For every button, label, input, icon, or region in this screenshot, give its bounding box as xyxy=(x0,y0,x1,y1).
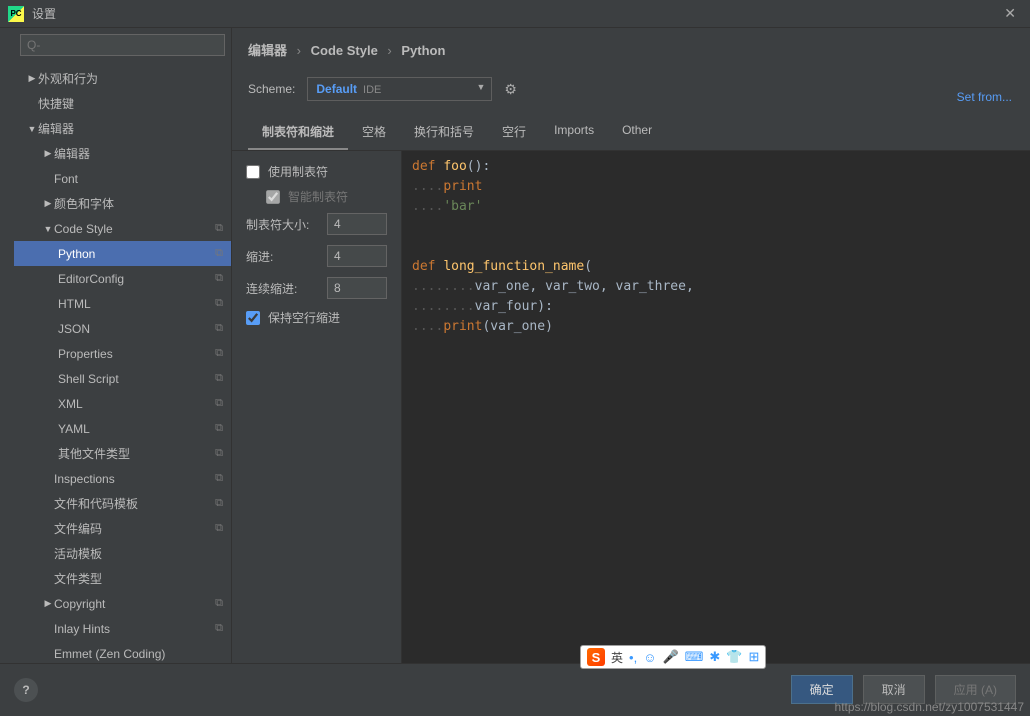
use-tab-checkbox[interactable] xyxy=(246,165,260,179)
tree-templates[interactable]: 文件和代码模板⧉ xyxy=(14,491,231,516)
ime-lang[interactable]: 英 xyxy=(611,649,623,666)
scheme-label: Scheme: xyxy=(248,82,295,96)
scope-icon: ⧉ xyxy=(215,597,223,610)
chevron-down-icon: ▼ xyxy=(26,124,38,134)
keepblank-label: 保持空行缩进 xyxy=(268,309,340,326)
tree-otherft[interactable]: 其他文件类型⧉ xyxy=(14,441,231,466)
tab-other[interactable]: Other xyxy=(608,115,666,150)
tree-copyright[interactable]: ▶Copyright⧉ xyxy=(14,591,231,616)
ime-emoji-icon[interactable]: ☺ xyxy=(643,650,656,665)
pycharm-logo-icon: PC xyxy=(8,6,24,22)
tree-filetypes[interactable]: 文件类型 xyxy=(14,566,231,591)
chevron-right-icon: ▶ xyxy=(26,73,38,84)
scope-icon: ⧉ xyxy=(215,472,223,485)
content-panel: 编辑器 › Code Style › Python Scheme: Defaul… xyxy=(232,28,1030,663)
set-from-link[interactable]: Set from... xyxy=(957,90,1012,104)
crumb-editor[interactable]: 编辑器 xyxy=(248,43,287,58)
use-tab-label: 使用制表符 xyxy=(268,163,328,180)
chevron-down-icon: ▼ xyxy=(42,224,54,234)
tree-json[interactable]: JSON⧉ xyxy=(14,316,231,341)
ime-toolbox-icon[interactable]: ⊞ xyxy=(749,649,760,665)
tree-editor[interactable]: ▼编辑器 xyxy=(14,116,231,141)
titlebar: PC 设置 ✕ xyxy=(0,0,1030,28)
options-panel: 使用制表符 智能制表符 制表符大小: 缩进: 连续缩进: xyxy=(232,151,402,663)
tree-colors[interactable]: ▶颜色和字体 xyxy=(14,191,231,216)
ime-keyboard-icon[interactable]: ⌨ xyxy=(685,649,704,665)
gear-icon[interactable]: ⚙ xyxy=(504,81,517,98)
tabs: 制表符和缩进 空格 换行和括号 空行 Imports Other xyxy=(232,115,1030,151)
tree-encoding[interactable]: 文件编码⧉ xyxy=(14,516,231,541)
tree-properties[interactable]: Properties⧉ xyxy=(14,341,231,366)
scope-icon: ⧉ xyxy=(215,347,223,360)
chevron-right-icon: ▶ xyxy=(42,148,54,159)
watermark: https://blog.csdn.net/zy1007531447 xyxy=(835,700,1024,714)
tree-keymap[interactable]: 快捷键 xyxy=(14,91,231,116)
scope-icon: ⧉ xyxy=(215,497,223,510)
scheme-select[interactable]: Default IDE ▼ xyxy=(307,77,492,101)
scope-icon: ⧉ xyxy=(215,247,223,260)
tabsize-input[interactable] xyxy=(327,213,387,235)
ime-punct-icon[interactable]: •, xyxy=(629,650,637,665)
tab-imports[interactable]: Imports xyxy=(540,115,608,150)
scope-icon: ⧉ xyxy=(215,397,223,410)
tab-wrapping[interactable]: 换行和括号 xyxy=(400,115,488,150)
tree-yaml[interactable]: YAML⧉ xyxy=(14,416,231,441)
settings-sidebar: ▶外观和行为 快捷键 ▼编辑器 ▶编辑器 Font ▶颜色和字体 ▼Code S… xyxy=(14,28,232,663)
tree-font[interactable]: Font xyxy=(14,166,231,191)
tree-editorconfig[interactable]: EditorConfig⧉ xyxy=(14,266,231,291)
scope-icon: ⧉ xyxy=(215,522,223,535)
ime-phrase-icon[interactable]: ✱ xyxy=(709,649,720,665)
scope-icon: ⧉ xyxy=(215,272,223,285)
scope-icon: ⧉ xyxy=(215,447,223,460)
tree-appearance[interactable]: ▶外观和行为 xyxy=(14,66,231,91)
search-input[interactable] xyxy=(20,34,225,56)
settings-tree: ▶外观和行为 快捷键 ▼编辑器 ▶编辑器 Font ▶颜色和字体 ▼Code S… xyxy=(14,62,231,663)
tabsize-label: 制表符大小: xyxy=(246,216,327,233)
cont-label: 连续缩进: xyxy=(246,280,327,297)
keepblank-checkbox[interactable] xyxy=(246,311,260,325)
smart-tab-checkbox xyxy=(266,190,280,204)
indent-label: 缩进: xyxy=(246,248,327,265)
scope-icon: ⧉ xyxy=(215,297,223,310)
ime-bar[interactable]: S 英 •, ☺ 🎤 ⌨ ✱ 👕 ⊞ xyxy=(580,645,766,669)
tab-spaces[interactable]: 空格 xyxy=(348,115,400,150)
scope-icon: ⧉ xyxy=(215,222,223,235)
tree-xml[interactable]: XML⧉ xyxy=(14,391,231,416)
window-title: 设置 xyxy=(32,5,56,22)
sogou-logo-icon: S xyxy=(587,648,605,666)
tree-python[interactable]: Python⧉ xyxy=(14,241,231,266)
tree-inspections[interactable]: Inspections⧉ xyxy=(14,466,231,491)
scope-icon: ⧉ xyxy=(215,622,223,635)
ime-skin-icon[interactable]: 👕 xyxy=(726,649,742,665)
crumb-codestyle[interactable]: Code Style xyxy=(311,43,378,58)
scope-icon: ⧉ xyxy=(215,422,223,435)
help-button[interactable]: ? xyxy=(14,678,38,702)
chevron-right-icon: ▶ xyxy=(42,198,54,209)
tree-livetemplates[interactable]: 活动模板 xyxy=(14,541,231,566)
tab-blanklines[interactable]: 空行 xyxy=(488,115,540,150)
tree-inlay[interactable]: Inlay Hints⧉ xyxy=(14,616,231,641)
crumb-python: Python xyxy=(401,43,445,58)
cont-input[interactable] xyxy=(327,277,387,299)
tree-codestyle[interactable]: ▼Code Style⧉ xyxy=(14,216,231,241)
chevron-down-icon: ▼ xyxy=(476,82,485,92)
code-preview: def foo(): ....print ....'bar' def long_… xyxy=(402,151,1030,663)
scope-icon: ⧉ xyxy=(215,322,223,335)
breadcrumb: 编辑器 › Code Style › Python xyxy=(232,28,1030,71)
smart-tab-label: 智能制表符 xyxy=(288,188,348,205)
chevron-right-icon: ▶ xyxy=(42,598,54,609)
search-container xyxy=(14,28,231,62)
scope-icon: ⧉ xyxy=(215,372,223,385)
tree-html[interactable]: HTML⧉ xyxy=(14,291,231,316)
tree-shell[interactable]: Shell Script⧉ xyxy=(14,366,231,391)
tab-tabs-indents[interactable]: 制表符和缩进 xyxy=(248,115,348,150)
ime-mic-icon[interactable]: 🎤 xyxy=(662,649,678,665)
tree-emmet[interactable]: Emmet (Zen Coding) xyxy=(14,641,231,663)
tree-editor-sub[interactable]: ▶编辑器 xyxy=(14,141,231,166)
close-icon[interactable]: ✕ xyxy=(998,5,1022,22)
indent-input[interactable] xyxy=(327,245,387,267)
